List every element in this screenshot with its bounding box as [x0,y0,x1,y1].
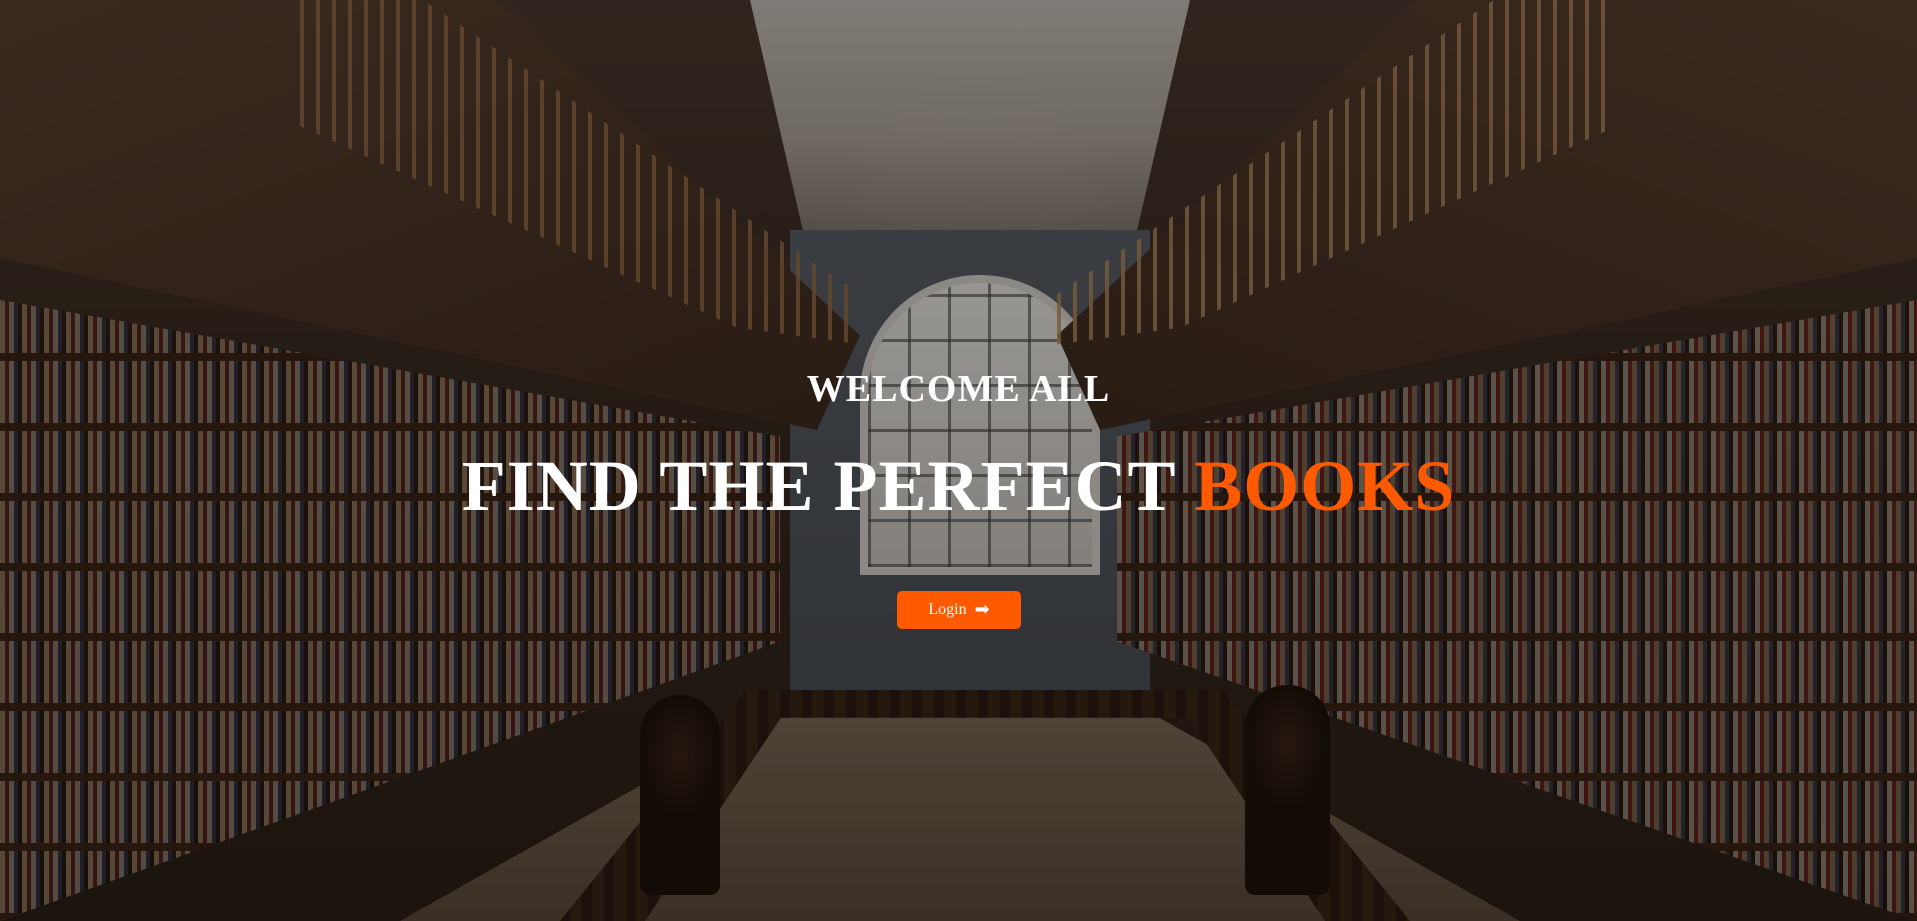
hero-content: WELCOME ALL FIND THE PERFECT BOOKS Login… [0,0,1917,921]
headline-main: FIND THE PERFECT [461,446,1176,526]
login-label: Login [928,601,967,618]
login-button[interactable]: Login ➡ [897,591,1021,629]
welcome-text: WELCOME ALL [806,368,1111,410]
hero-headline: FIND THE PERFECT BOOKS [0,450,1917,522]
headline-accent: BOOKS [1194,446,1456,526]
arrow-right-icon: ➡ [974,599,990,620]
